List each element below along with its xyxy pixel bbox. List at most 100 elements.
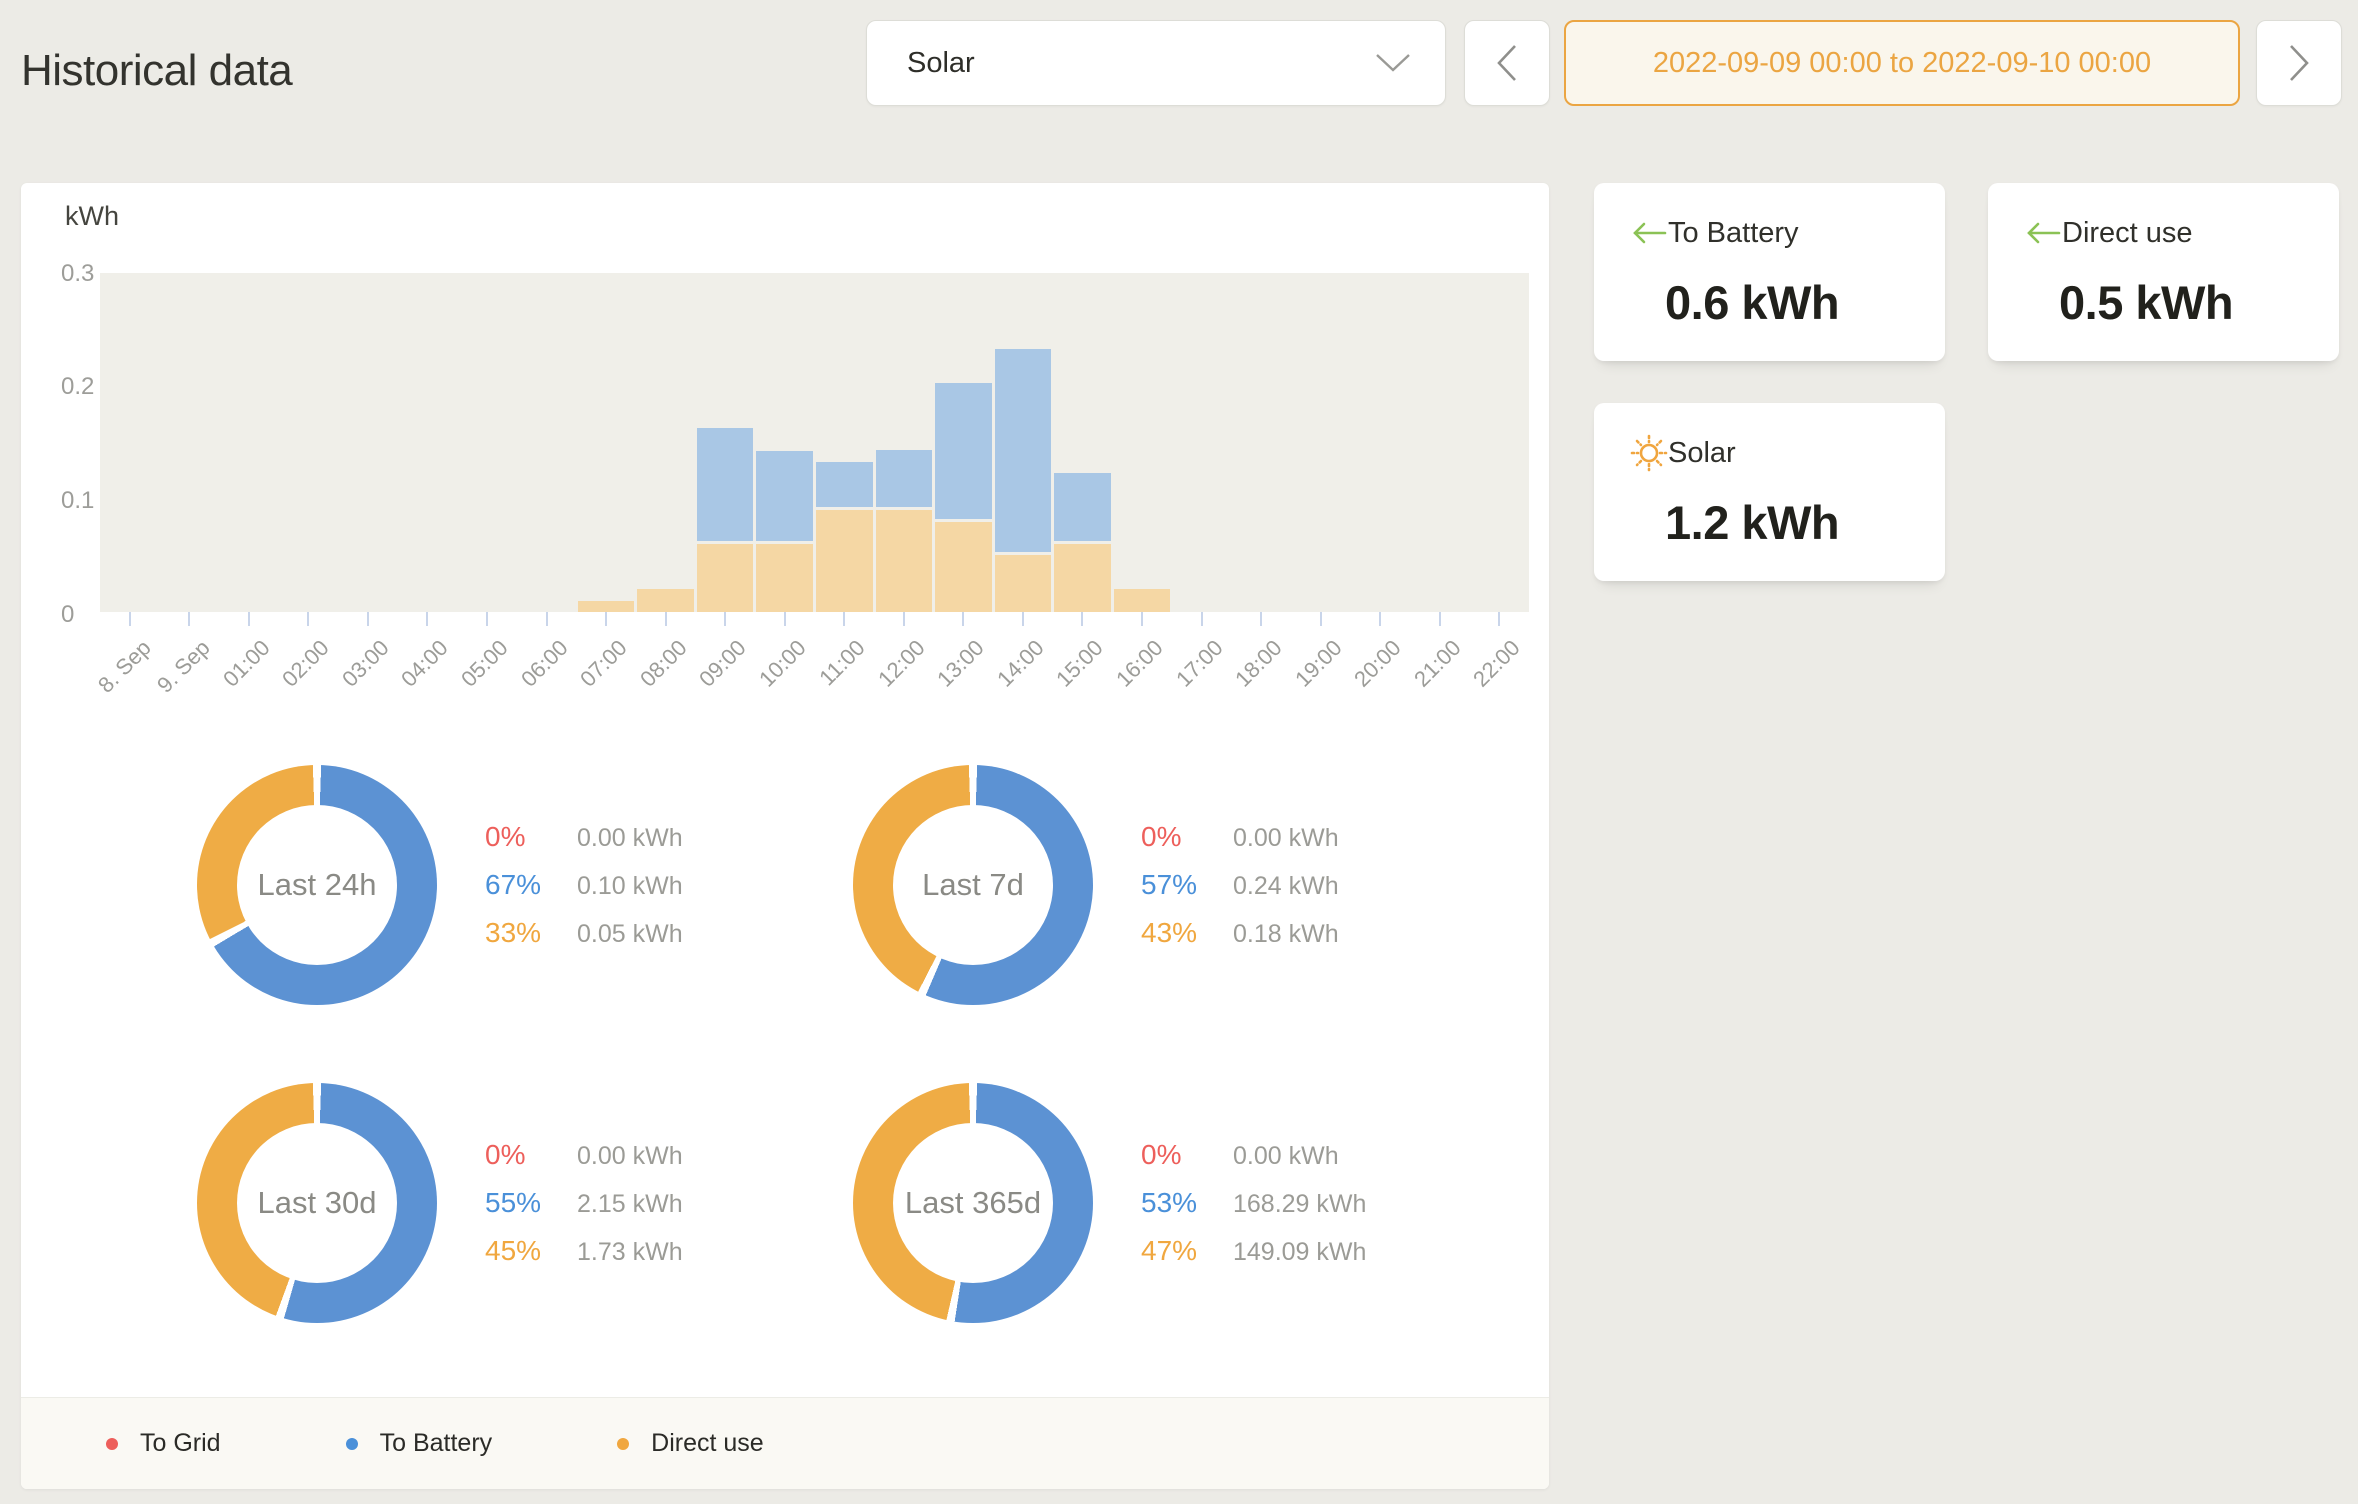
x-label: 19:00	[1290, 635, 1347, 692]
donut-last-30d: Last 30d 0% 0.00 kWh 55% 2.15 kWh 45% 1.…	[197, 1083, 853, 1323]
bar-08:00[interactable]	[637, 273, 694, 612]
bar-21:00[interactable]	[1411, 273, 1468, 612]
x-label: 17:00	[1171, 635, 1228, 692]
bar-11:00[interactable]	[816, 273, 873, 612]
donut-label: Last 7d	[922, 867, 1024, 903]
donut-stats: 0% 0.00 kWh 55% 2.15 kWh 45% 1.73 kWh	[485, 1139, 683, 1267]
bar-20:00[interactable]	[1352, 273, 1409, 612]
x-label: 20:00	[1349, 635, 1406, 692]
donut-chart[interactable]: Last 7d	[853, 765, 1093, 1005]
x-tick	[843, 612, 845, 626]
x-tick	[724, 612, 726, 626]
bar-04:00[interactable]	[399, 273, 456, 612]
bar-01:00[interactable]	[221, 273, 278, 612]
x-tick	[367, 612, 369, 626]
prev-date-button[interactable]	[1464, 20, 1550, 106]
x-label: 22:00	[1468, 635, 1525, 692]
x-tick	[1201, 612, 1203, 626]
bar-13:00[interactable]	[935, 273, 992, 612]
stat-to-grid: 0% 0.00 kWh	[1141, 1139, 1366, 1171]
donut-chart[interactable]: Last 24h	[197, 765, 437, 1005]
direct-use-dot-icon	[617, 1438, 629, 1450]
stat-direct-use: 43% 0.18 kWh	[1141, 917, 1339, 949]
x-label: 03:00	[337, 635, 394, 692]
stat-direct-use: 47% 149.09 kWh	[1141, 1235, 1366, 1267]
bar-16:00[interactable]	[1114, 273, 1171, 612]
stat-to-grid: 0% 0.00 kWh	[485, 821, 683, 853]
stat-to-grid: 0% 0.00 kWh	[1141, 821, 1339, 853]
card-title: Solar	[1668, 437, 1736, 470]
x-label: 01:00	[218, 635, 275, 692]
bar-8. Sep[interactable]	[102, 273, 159, 612]
summary-cards: To Battery 0.6 kWh Direct use 0.5 kWh	[1594, 183, 2339, 581]
card-value: 0.5 kWh	[2059, 275, 2319, 330]
x-tick	[605, 612, 607, 626]
stat-direct-use: 45% 1.73 kWh	[485, 1235, 683, 1267]
donut-chart[interactable]: Last 365d	[853, 1083, 1093, 1323]
stat-to-battery: 67% 0.10 kWh	[485, 869, 683, 901]
x-tick	[486, 612, 488, 626]
bar-07:00[interactable]	[578, 273, 635, 612]
metric-dropdown[interactable]: Solar	[866, 20, 1446, 106]
bar-10:00[interactable]	[756, 273, 813, 612]
chart-legend: To Grid To Battery Direct use	[21, 1397, 1549, 1489]
sun-icon	[1630, 434, 1668, 472]
x-label: 02:00	[277, 635, 334, 692]
donut-stats: 0% 0.00 kWh 67% 0.10 kWh 33% 0.05 kWh	[485, 821, 683, 949]
y-axis-unit-label: kWh	[65, 201, 119, 232]
bar-15:00[interactable]	[1054, 273, 1111, 612]
donut-stats: 0% 0.00 kWh 57% 0.24 kWh 43% 0.18 kWh	[1141, 821, 1339, 949]
plot-area[interactable]	[100, 273, 1529, 612]
stat-direct-use: 33% 0.05 kWh	[485, 917, 683, 949]
bar-06:00[interactable]	[518, 273, 575, 612]
x-label: 11:00	[814, 635, 870, 691]
donut-stats: 0% 0.00 kWh 53% 168.29 kWh 47% 149.09 kW…	[1141, 1139, 1366, 1267]
chevron-left-icon	[1496, 44, 1518, 82]
bar-02:00[interactable]	[280, 273, 337, 612]
legend-to-battery[interactable]: To Battery	[346, 1429, 493, 1458]
x-label: 10:00	[754, 635, 811, 692]
stat-to-battery: 55% 2.15 kWh	[485, 1187, 683, 1219]
bar-22:00[interactable]	[1471, 273, 1528, 612]
donut-label: Last 365d	[905, 1185, 1041, 1221]
historical-data-panel: kWh 0 0.1 0.2 0.3 8. Sep9. Sep01:0002:00…	[21, 183, 1549, 1489]
bar-03:00[interactable]	[340, 273, 397, 612]
bar-12:00[interactable]	[876, 273, 933, 612]
arrow-left-icon	[2024, 214, 2062, 252]
x-label: 8. Sep	[93, 635, 156, 698]
date-range-label: 2022-09-09 00:00 to 2022-09-10 00:00	[1653, 47, 2151, 80]
bar-19:00[interactable]	[1292, 273, 1349, 612]
metric-dropdown-value: Solar	[907, 47, 1375, 80]
date-range-button[interactable]: 2022-09-09 00:00 to 2022-09-10 00:00	[1564, 20, 2240, 106]
x-tick	[1081, 612, 1083, 626]
stat-to-battery: 57% 0.24 kWh	[1141, 869, 1339, 901]
card-value: 0.6 kWh	[1665, 275, 1925, 330]
bar-14:00[interactable]	[995, 273, 1052, 612]
solar-card: Solar 1.2 kWh	[1594, 403, 1945, 581]
x-tick	[1141, 612, 1143, 626]
direct-use-card: Direct use 0.5 kWh	[1988, 183, 2339, 361]
x-label: 18:00	[1230, 635, 1287, 692]
next-date-button[interactable]	[2256, 20, 2342, 106]
legend-to-grid[interactable]: To Grid	[106, 1429, 221, 1458]
x-tick	[1498, 612, 1500, 626]
x-label: 06:00	[516, 635, 573, 692]
x-tick	[1260, 612, 1262, 626]
bar-05:00[interactable]	[459, 273, 516, 612]
donut-grid: Last 24h 0% 0.00 kWh 67% 0.10 kWh 33% 0.…	[21, 723, 1549, 1397]
legend-direct-use[interactable]: Direct use	[617, 1429, 764, 1458]
bar-17:00[interactable]	[1173, 273, 1230, 612]
donut-chart[interactable]: Last 30d	[197, 1083, 437, 1323]
donut-label: Last 24h	[258, 867, 377, 903]
bar-9. Sep[interactable]	[161, 273, 218, 612]
to-grid-dot-icon	[106, 1438, 118, 1450]
bar-09:00[interactable]	[697, 273, 754, 612]
header: Historical data Solar 2022-09-09 00:00 t…	[0, 0, 2358, 125]
to-battery-dot-icon	[346, 1438, 358, 1450]
donut-last-365d: Last 365d 0% 0.00 kWh 53% 168.29 kWh 47%…	[853, 1083, 1509, 1323]
x-tick	[1022, 612, 1024, 626]
x-label: 16:00	[1111, 635, 1168, 692]
x-label: 15:00	[1052, 635, 1109, 692]
bar-18:00[interactable]	[1233, 273, 1290, 612]
x-tick	[129, 612, 131, 626]
